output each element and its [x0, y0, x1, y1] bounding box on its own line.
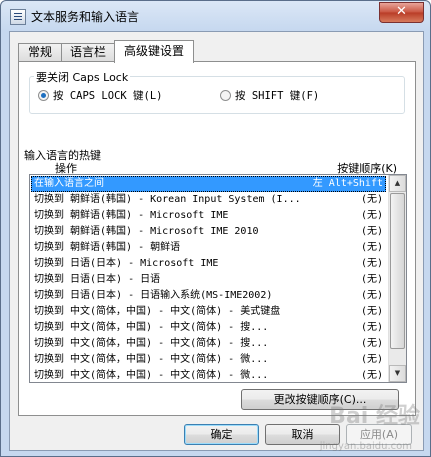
scroll-down-icon[interactable]: ▼	[389, 365, 406, 382]
list-item[interactable]: 切换到 朝鲜语(韩国) - Microsoft IME (无)	[31, 208, 386, 224]
list-item[interactable]: 切换到 日语(日本) - Microsoft IME (无)	[31, 256, 386, 272]
scroll-up-icon[interactable]: ▲	[389, 175, 406, 192]
list-item[interactable]: 在输入语言之间左 Alt+Shift	[31, 176, 386, 192]
tab-language-bar[interactable]: 语言栏	[61, 43, 115, 62]
list-item[interactable]: 切换到 朝鲜语(韩国) - Microsoft IME 2010 (无)	[31, 224, 386, 240]
list-item[interactable]: 切换到 中文(简体，中国) - 中文(简体) - 搜... (无)	[31, 320, 386, 336]
radio-label: 按 CAPS LOCK 键(L)	[53, 90, 163, 102]
close-button[interactable]: ✕	[379, 2, 424, 23]
radio-dot	[220, 90, 231, 101]
watermark-logo: Bai 经验	[329, 404, 420, 429]
caps-lock-group: 要关闭 Caps Lock 按 CAPS LOCK 键(L) 按 SHIFT 键…	[29, 69, 405, 114]
list-item[interactable]: 切换到 日语(日本) - 日语输入系统(MS-IME2002) (无)	[31, 288, 386, 304]
title-bar[interactable]: 文本服务和输入语言 ✕	[1, 1, 430, 31]
list-item[interactable]: 切换到 中文(简体，中国) - 中文(简体) - 搜... (无)	[31, 336, 386, 352]
list-item[interactable]: 切换到 中文(简体，中国) - 中文(简体) - 微... (无)	[31, 352, 386, 368]
close-icon: ✕	[396, 4, 407, 19]
tab-general[interactable]: 常规	[18, 43, 62, 62]
caps-lock-legend: 要关闭 Caps Lock	[34, 69, 131, 85]
scroll-thumb[interactable]	[390, 193, 405, 349]
dialog-window: 文本服务和输入语言 ✕ 常规 语言栏 高级键设置 要关闭 Caps Lock 按…	[0, 0, 431, 457]
ok-button[interactable]: 确定	[184, 424, 259, 445]
app-icon	[10, 9, 26, 25]
list-item[interactable]: 切换到 朝鲜语(韩国) - Korean Input System (I...(…	[31, 192, 386, 208]
list-item[interactable]: 切换到 中文(简体，中国) - 中文(简体) - 美式键盘 (无)	[31, 304, 386, 320]
list-item[interactable]: 切换到 日语(日本) - 日语 (无)	[31, 272, 386, 288]
radio-label: 按 SHIFT 键(F)	[235, 90, 320, 102]
tab-advanced-key-settings[interactable]: 高级键设置	[114, 40, 194, 63]
dialog-client-area: 常规 语言栏 高级键设置 要关闭 Caps Lock 按 CAPS LOCK 键…	[9, 31, 424, 451]
tab-panel: 要关闭 Caps Lock 按 CAPS LOCK 键(L) 按 SHIFT 键…	[18, 61, 416, 416]
list-item[interactable]: 切换到 朝鲜语(韩国) - 朝鲜语 (无)	[31, 240, 386, 256]
radio-dot	[38, 90, 49, 101]
hotkey-list[interactable]: 在输入语言之间左 Alt+Shift 切换到 朝鲜语(韩国) - Korean …	[29, 174, 407, 383]
vertical-scrollbar[interactable]: ▲ ▼	[388, 175, 406, 382]
window-title: 文本服务和输入语言	[31, 10, 140, 24]
radio-caps-lock-key[interactable]: 按 CAPS LOCK 键(L)	[38, 88, 163, 103]
watermark-url: jingyan.baidu.com	[319, 441, 412, 452]
radio-shift-key[interactable]: 按 SHIFT 键(F)	[220, 88, 319, 103]
list-item[interactable]: 切换到 中文(简体，中国) - 中文(简体) - 微... (无)	[31, 368, 386, 382]
